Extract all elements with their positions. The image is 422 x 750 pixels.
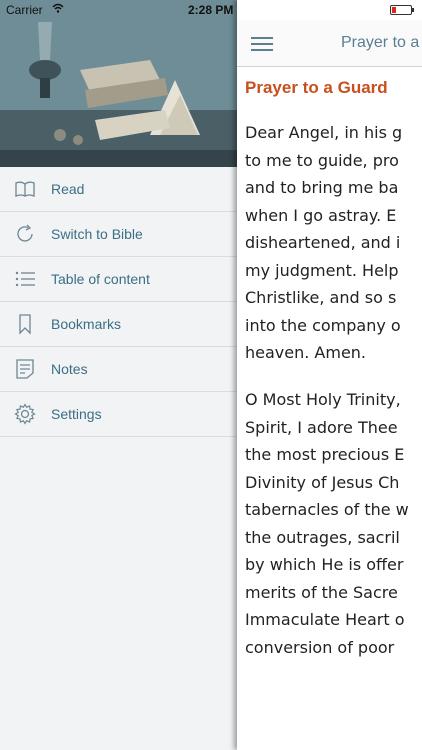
menu-item-notes[interactable]: Notes [0,347,237,392]
menu-list: Read Switch to Bible Table of content Bo… [0,167,237,437]
menu-item-label: Switch to Bible [51,226,143,242]
battery-icon [390,5,414,15]
menu-item-label: Table of content [51,271,150,287]
text-line: merits of the Sacre [245,582,398,602]
text-line: to me to guide, pro [245,150,399,170]
text-line: Divinity of Jesus Ch [245,472,400,492]
navigation-bar: Prayer to a [237,20,422,67]
text-line: tabernacles of the w [245,500,409,519]
menu-item-switch-to-bible[interactable]: Switch to Bible [0,212,237,257]
menu-item-label: Settings [51,406,102,422]
menu-item-bookmarks[interactable]: Bookmarks [0,302,237,347]
menu-item-read[interactable]: Read [0,167,237,212]
wifi-icon [52,3,64,13]
text-line: heaven. Amen. [245,343,367,362]
text-line: conversion of poor [245,637,395,657]
text-line: my judgment. Help [245,260,399,280]
hamburger-menu-icon[interactable] [251,37,273,51]
menu-item-label: Read [51,181,85,197]
bookmark-icon [19,314,31,335]
text-line: Dear Angel, in his g [245,123,403,142]
status-bar: Carrier 2:28 PM [0,0,237,20]
prayer-title: Prayer to a Guard [245,78,388,97]
book-icon [15,181,35,197]
carrier-label: Carrier [6,3,43,17]
text-line: disheartened, and i [245,233,401,252]
text-line: and to bring me ba [245,178,399,197]
text-line: when I go astray. E [245,205,397,225]
text-line: the most precious E [245,445,405,464]
text-line: Immaculate Heart o [245,610,405,629]
menu-item-label: Notes [51,361,88,377]
header-image [0,0,237,167]
text-line: Christlike, and so s [245,288,397,307]
content-pane: Prayer to a Prayer to a Guard Dear Angel… [237,0,422,750]
text-line: by which He is offer [245,555,404,574]
notes-icon [16,359,34,379]
list-icon [15,271,35,287]
clock: 2:28 PM [188,3,234,17]
nav-title: Prayer to a [341,34,420,51]
refresh-icon [17,224,33,242]
menu-item-settings[interactable]: Settings [0,392,237,437]
prayer-paragraph-2: O Most Holy Trinity, Spirit, I adore The… [245,386,409,661]
text-line: the outrages, sacril [245,527,400,547]
status-bar-right [237,0,422,20]
text-line: O Most Holy Trinity, [245,390,401,409]
gear-icon [14,403,36,425]
text-line: into the company o [245,315,401,335]
prayer-paragraph-1: Dear Angel, in his g to me to guide, pro… [245,119,402,367]
menu-item-label: Bookmarks [51,316,122,332]
text-line: Spirit, I adore Thee [245,417,398,437]
menu-item-table-of-content[interactable]: Table of content [0,257,237,302]
side-menu: Carrier 2:28 PM Read Switch to Bible Tab… [0,0,237,750]
